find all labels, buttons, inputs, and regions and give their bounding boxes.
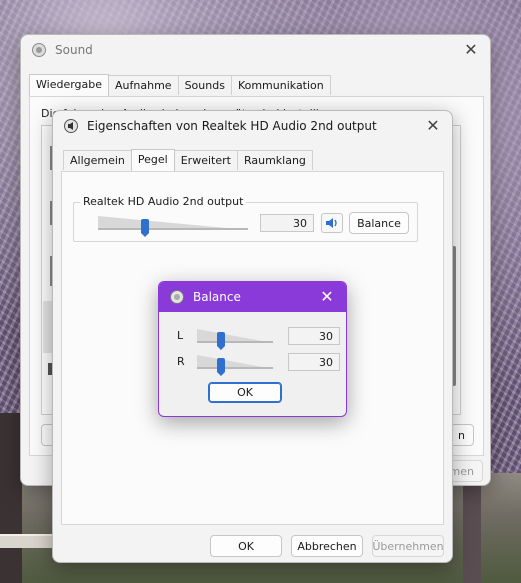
speaker-app-icon [32,43,46,57]
level-groupbox: Realtek HD Audio 2nd output 30 Balance [73,195,418,242]
level-slider[interactable] [98,213,248,237]
tab-aufnahme[interactable]: Aufnahme [108,75,179,95]
tab-wiedergabe[interactable]: Wiedergabe [29,74,110,96]
tab-allgemein[interactable]: Allgemein [63,150,132,170]
balance-value-left[interactable]: 30 [288,327,340,345]
apply-button[interactable]: Übernehmen [372,535,444,557]
balance-slider-line [197,367,273,369]
balance-slider-thumb[interactable] [217,358,225,376]
tab-erweitert[interactable]: Erweitert [173,150,238,170]
level-slider-thumb[interactable] [141,219,149,237]
close-icon[interactable]: ✕ [462,41,480,59]
balance-ok-button[interactable]: OK [208,382,282,403]
ok-button-label: OK [238,539,254,553]
balance-slider-left[interactable] [197,326,273,350]
close-icon[interactable]: ✕ [424,117,442,135]
balance-slider-line [197,341,273,343]
cancel-button[interactable]: Abbrechen [291,535,363,557]
tab-kommunikation[interactable]: Kommunikation [230,75,331,95]
balance-value-right[interactable]: 30 [288,353,340,371]
balance-slider-thumb[interactable] [217,332,225,350]
balance-window: Balance ✕ L 30 R 30 OK [158,281,347,417]
level-slider-line [98,228,248,230]
properties-tab-strip: Allgemein Pegel Erweitert Raumklang [63,149,313,172]
properties-window-title: Eigenschaften von Realtek HD Audio 2nd o… [87,119,377,133]
ok-button[interactable]: OK [210,535,282,557]
balance-ok-button-label: OK [237,386,253,399]
level-value-field[interactable]: 30 [260,214,314,232]
balance-button-label: Balance [357,216,401,230]
tab-raumklang[interactable]: Raumklang [236,150,313,170]
balance-window-title: Balance [193,290,241,304]
close-icon[interactable]: ✕ [318,288,336,306]
sound-window-title: Sound [55,43,93,57]
level-group-label: Realtek HD Audio 2nd output [80,195,247,208]
channel-label-right: R [177,355,185,368]
mute-toggle-button[interactable] [321,213,343,233]
apply-button-label: Übernehmen [372,539,444,553]
properties-titlebar[interactable]: Eigenschaften von Realtek HD Audio 2nd o… [53,111,452,141]
background-tree [0,413,22,583]
sound-tab-strip: Wiedergabe Aufnahme Sounds Kommunikation [29,74,331,97]
properties-button-label: n [458,428,465,442]
background-bench [0,534,60,548]
channel-label-left: L [177,329,184,342]
cancel-button-label: Abbrechen [297,539,357,553]
balance-button[interactable]: Balance [349,212,409,234]
speaker-icon [326,218,337,228]
tab-sounds[interactable]: Sounds [177,75,232,95]
speaker-app-icon [170,290,184,304]
tab-pegel[interactable]: Pegel [130,149,175,171]
sound-titlebar[interactable]: Sound [21,35,490,65]
balance-slider-right[interactable] [197,352,273,376]
speaker-app-icon [64,119,78,133]
